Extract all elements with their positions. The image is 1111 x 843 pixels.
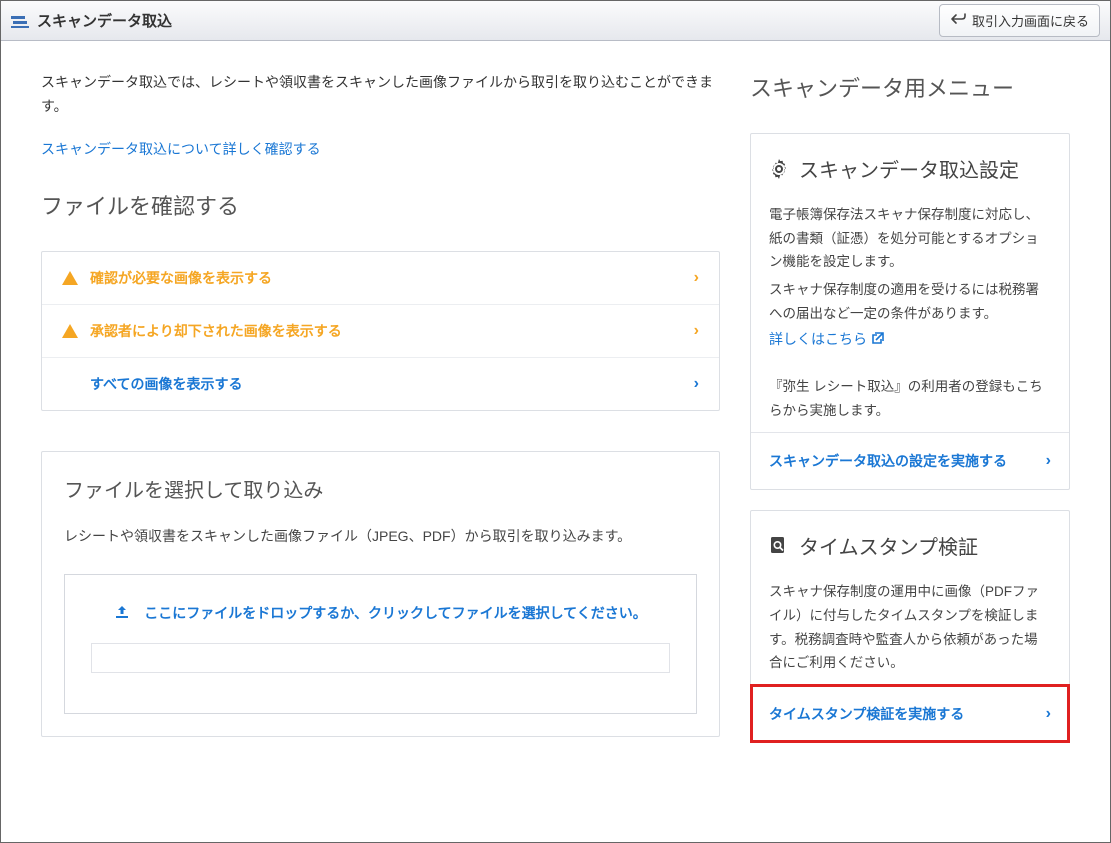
side-heading: スキャンデータ用メニュー: [750, 71, 1070, 103]
side-column: スキャンデータ用メニュー スキャンデータ取込設定 電子帳簿保存法スキャナ保存制度…: [750, 71, 1070, 763]
topbar: スキャンデータ取込 取引入力画面に戻る: [1, 1, 1110, 41]
dropzone-input-placeholder: [91, 643, 670, 673]
import-heading: ファイルを選択して取り込み: [64, 474, 697, 503]
settings-card: スキャンデータ取込設定 電子帳簿保存法スキャナ保存制度に対応し、紙の書類（証憑）…: [750, 133, 1070, 490]
filter-label: 承認者により却下された画像を表示する: [90, 321, 342, 341]
back-button[interactable]: 取引入力画面に戻る: [939, 4, 1100, 37]
timestamp-action[interactable]: タイムスタンプ検証を実施する ›: [751, 685, 1069, 742]
dropzone-label-row: ここにファイルをドロップするか、クリックしてファイルを選択してください。: [85, 603, 676, 623]
warning-icon: [62, 271, 78, 285]
chevron-right-icon: ›: [694, 375, 699, 393]
intro-link[interactable]: スキャンデータ取込について詳しく確認する: [41, 139, 321, 159]
app-window: スキャンデータ取込 取引入力画面に戻る スキャンデータ取込では、レシートや領収書…: [0, 0, 1111, 843]
timestamp-title-text: タイムスタンプ検証: [799, 531, 978, 560]
gear-icon: [769, 159, 789, 179]
files-heading: ファイルを確認する: [41, 189, 720, 221]
import-description: レシートや領収書をスキャンした画像ファイル（JPEG、PDF）から取引を取り込み…: [64, 525, 697, 549]
return-icon: [950, 13, 966, 28]
filter-label: 確認が必要な画像を表示する: [90, 268, 272, 288]
settings-desc-3: 『弥生 レシート取込』の利用者の登録もこちらから実施します。: [769, 375, 1051, 422]
external-link-icon: [871, 331, 885, 348]
intro-text: スキャンデータ取込では、レシートや領収書をスキャンした画像ファイルから取引を取り…: [41, 71, 720, 119]
page-search-icon: [769, 536, 789, 556]
filter-row-needs-confirmation[interactable]: 確認が必要な画像を表示する ›: [42, 252, 719, 305]
scanner-icon: [11, 14, 29, 28]
back-button-label: 取引入力画面に戻る: [972, 11, 1089, 30]
timestamp-desc: スキャナ保存制度の運用中に画像（PDFファイル）に付与したタイムスタンプを検証し…: [769, 580, 1051, 675]
settings-action[interactable]: スキャンデータ取込の設定を実施する ›: [751, 432, 1069, 489]
warning-icon: [62, 324, 78, 338]
chevron-right-icon: ›: [694, 269, 699, 287]
settings-desc-1: 電子帳簿保存法スキャナ保存制度に対応し、紙の書類（証憑）を処分可能とするオプショ…: [769, 203, 1051, 274]
timestamp-card: タイムスタンプ検証 スキャナ保存制度の運用中に画像（PDFファイル）に付与したタ…: [750, 510, 1070, 743]
dropzone-label: ここにファイルをドロップするか、クリックしてファイルを選択してください。: [144, 603, 646, 623]
import-panel: ファイルを選択して取り込み レシートや領収書をスキャンした画像ファイル（JPEG…: [41, 451, 720, 738]
settings-action-label: スキャンデータ取込の設定を実施する: [769, 451, 1007, 471]
chevron-right-icon: ›: [1046, 705, 1051, 723]
page-title: スキャンデータ取込: [37, 10, 172, 31]
upload-icon: [114, 604, 130, 623]
chevron-right-icon: ›: [1046, 452, 1051, 470]
topbar-title-group: スキャンデータ取込: [11, 10, 172, 31]
file-dropzone[interactable]: ここにファイルをドロップするか、クリックしてファイルを選択してください。: [64, 574, 697, 714]
link-label: 詳しくはこちら: [769, 329, 867, 349]
timestamp-card-title: タイムスタンプ検証: [769, 531, 1051, 560]
settings-card-title: スキャンデータ取込設定: [769, 154, 1051, 183]
main-column: スキャンデータ取込では、レシートや領収書をスキャンした画像ファイルから取引を取り…: [41, 71, 720, 763]
content-area: スキャンデータ取込では、レシートや領収書をスキャンした画像ファイルから取引を取り…: [1, 41, 1110, 793]
settings-more-link[interactable]: 詳しくはこちら: [769, 329, 885, 349]
chevron-right-icon: ›: [694, 322, 699, 340]
settings-desc-2: スキャナ保存制度の適用を受けるには税務署への届出など一定の条件があります。: [769, 278, 1051, 325]
filter-label: すべての画像を表示する: [90, 374, 242, 394]
file-filter-list: 確認が必要な画像を表示する › 承認者により却下された画像を表示する › すべて…: [41, 251, 720, 411]
timestamp-action-label: タイムスタンプ検証を実施する: [769, 704, 964, 724]
settings-title-text: スキャンデータ取込設定: [799, 154, 1019, 183]
filter-row-rejected[interactable]: 承認者により却下された画像を表示する ›: [42, 305, 719, 358]
filter-row-all[interactable]: すべての画像を表示する ›: [42, 358, 719, 410]
